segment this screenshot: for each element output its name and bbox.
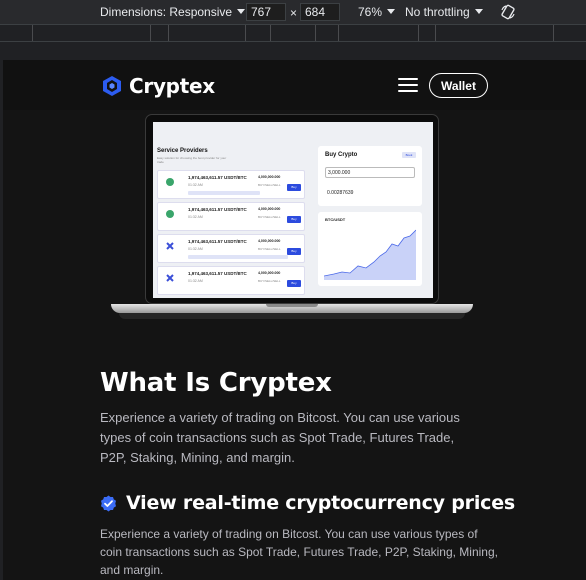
provider-price-sub: BUY/SELL/SELL <box>258 215 281 219</box>
brand-name: Cryptex <box>129 74 215 98</box>
wallet-button[interactable]: Wallet <box>429 73 488 98</box>
ruler-tick <box>338 25 339 41</box>
coin-icon <box>166 178 174 186</box>
provider-bar <box>188 255 288 259</box>
dimensions-label: Dimensions: Responsive <box>100 5 233 19</box>
hamburger-icon[interactable] <box>398 78 418 93</box>
provider-time: 01:32 AM <box>188 279 203 283</box>
provider-card: 1,974,463,611.57 USDT/BTC 01:32 AM 4,000… <box>157 234 305 263</box>
buy-crypto-tag: Book <box>402 152 416 158</box>
provider-time: 01:32 AM <box>188 183 203 187</box>
provider-price-sub: BUY/SELL/SELL <box>258 279 281 283</box>
provider-buy-button: Buy <box>287 248 301 255</box>
media-query-ruler <box>0 24 586 42</box>
chevron-down-icon <box>237 9 246 14</box>
section-paragraph: Experience a variety of trading on Bitco… <box>100 410 460 465</box>
service-providers-subtitle: Easy solution for choosing the best prov… <box>157 156 227 164</box>
laptop-screen-frame: Service Providers Easy solution for choo… <box>145 114 439 304</box>
ruler-tick <box>168 25 169 41</box>
buy-crypto-input: 3,000.000 <box>325 167 415 178</box>
service-providers-title: Service Providers <box>157 148 208 154</box>
provider-time: 01:32 AM <box>188 247 203 251</box>
price-area-chart <box>324 229 416 280</box>
ruler-tick <box>435 25 436 41</box>
throttling-dropdown[interactable]: No throttling <box>405 5 483 19</box>
ruler-tick <box>270 25 271 41</box>
ruler-tick <box>245 25 246 41</box>
width-input[interactable]: 767 <box>246 3 286 21</box>
provider-amount: 1,974,463,611.57 USDT/BTC <box>188 175 247 180</box>
coin-icon <box>166 210 174 218</box>
provider-price: 4,000,000.000 <box>258 239 281 243</box>
buy-crypto-output: 0.00287639 <box>327 190 354 196</box>
x-coin-icon <box>166 242 174 250</box>
devtools-device-toolbar: Dimensions: Responsive 767 × 684 76% No … <box>0 0 586 24</box>
provider-buy-button: Buy <box>287 280 301 287</box>
section-heading: What Is Cryptex <box>100 368 332 398</box>
provider-bar <box>188 191 260 195</box>
price-chart-panel: BTC/USDT <box>318 212 422 286</box>
provider-buy-button: Buy <box>287 184 301 191</box>
dimensions-dropdown[interactable]: Dimensions: Responsive <box>100 5 246 19</box>
toolbar-gap <box>0 42 586 60</box>
x-coin-icon <box>166 274 174 282</box>
provider-price-sub: BUY/SELL/SELL <box>258 183 281 187</box>
provider-amount: 1,974,463,611.57 USDT/BTC <box>188 271 247 276</box>
provider-amount: 1,974,463,611.57 USDT/BTC <box>188 207 247 212</box>
ruler-tick <box>32 25 33 41</box>
laptop-notch <box>266 304 318 307</box>
page-viewport: Cryptex Wallet Service Providers Easy so… <box>3 60 586 580</box>
laptop-shadow <box>119 313 465 319</box>
dimension-separator: × <box>290 6 298 20</box>
buy-crypto-panel: Buy Crypto Book 3,000.000 0.00287639 <box>318 146 422 206</box>
provider-card: 1,974,463,611.57 USDT/BTC 01:32 AM 4,000… <box>157 170 305 199</box>
feature-row: View real-time cryptocurrency prices <box>100 492 515 514</box>
navbar: Cryptex Wallet <box>3 60 586 110</box>
feature-paragraph: Experience a variety of trading on Bitco… <box>100 527 498 577</box>
chevron-down-icon <box>387 9 396 14</box>
ruler-tick <box>315 25 316 41</box>
provider-card: 1,974,463,611.57 USDT/BTC 01:32 AM 4,000… <box>157 266 305 295</box>
buy-crypto-title: Buy Crypto <box>325 152 358 158</box>
laptop-mockup-image: Service Providers Easy solution for choo… <box>111 114 473 324</box>
provider-price-sub: BUY/SELL/SELL <box>258 247 281 251</box>
provider-card: 1,974,463,611.57 USDT/BTC 01:32 AM 4,000… <box>157 202 305 231</box>
provider-amount: 1,974,463,611.57 USDT/BTC <box>188 239 247 244</box>
rotate-icon[interactable] <box>500 4 516 20</box>
zoom-dropdown[interactable]: 76% <box>358 5 396 19</box>
provider-price: 4,000,000.000 <box>258 271 281 275</box>
check-circle-icon <box>101 495 116 511</box>
chevron-down-icon <box>474 9 483 14</box>
provider-buy-button: Buy <box>287 216 301 223</box>
brand-logo[interactable]: Cryptex <box>101 74 215 98</box>
dashboard-screenshot: Service Providers Easy solution for choo… <box>153 122 433 298</box>
ruler-tick <box>553 25 554 41</box>
feature-heading: View real-time cryptocurrency prices <box>126 492 516 514</box>
provider-price: 4,000,000.000 <box>258 175 281 179</box>
ruler-tick <box>150 25 151 41</box>
height-input[interactable]: 684 <box>300 3 340 21</box>
throttling-label: No throttling <box>405 5 470 19</box>
provider-price: 4,000,000.000 <box>258 207 281 211</box>
zoom-label: 76% <box>358 5 383 19</box>
provider-time: 01:32 AM <box>188 215 203 219</box>
cube-logo-icon <box>103 76 121 96</box>
chart-title: BTC/USDT <box>325 217 346 222</box>
ruler-tick <box>418 25 419 41</box>
